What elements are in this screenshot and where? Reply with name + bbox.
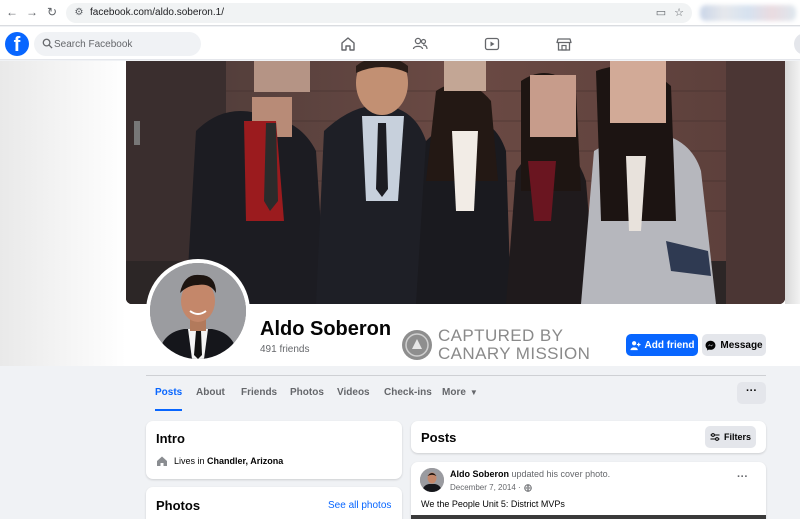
tab-about-label: About bbox=[196, 387, 225, 398]
reload-icon[interactable]: ↻ bbox=[44, 4, 60, 20]
profile-picture[interactable] bbox=[150, 263, 246, 359]
message-label: Message bbox=[720, 339, 763, 351]
site-settings-icon[interactable]: ⚙ bbox=[72, 6, 86, 20]
url-text[interactable]: facebook.com/aldo.soberon.1/ bbox=[90, 6, 224, 20]
back-arrow-icon[interactable]: ← bbox=[4, 4, 20, 20]
facebook-logo[interactable]: f bbox=[5, 32, 29, 56]
tab-photos[interactable]: Photos bbox=[290, 376, 324, 412]
photos-card: Photos See all photos bbox=[146, 487, 402, 519]
search-input[interactable] bbox=[54, 32, 199, 56]
house-icon bbox=[157, 456, 167, 466]
post-header: Aldo Soberon updated his cover photo. bbox=[450, 469, 610, 479]
active-tab-indicator bbox=[155, 409, 183, 411]
tab-about[interactable]: About bbox=[196, 376, 225, 412]
stamp-line-1: CAPTURED BY bbox=[438, 326, 564, 345]
browser-toolbar: ← → ↻ ⚙ facebook.com/aldo.soberon.1/ ▭ ☆ bbox=[0, 0, 800, 26]
tab-friends[interactable]: Friends bbox=[241, 376, 277, 412]
intro-title: Intro bbox=[156, 431, 185, 446]
lives-in-row: Lives in Chandler, Arizona bbox=[156, 455, 283, 467]
avatar bbox=[150, 263, 246, 359]
post-date[interactable]: December 7, 2014 · bbox=[450, 483, 521, 492]
video-icon[interactable] bbox=[484, 36, 500, 52]
avatar bbox=[420, 468, 444, 492]
lives-prefix: Lives in bbox=[174, 456, 205, 466]
tab-videos-label: Videos bbox=[337, 387, 370, 398]
marketplace-icon[interactable] bbox=[556, 36, 572, 52]
filters-icon bbox=[710, 433, 720, 441]
filters-button[interactable]: Filters bbox=[705, 426, 756, 448]
add-friend-button[interactable]: Add friend bbox=[626, 334, 698, 356]
search-box[interactable] bbox=[34, 32, 201, 56]
see-all-photos-link[interactable]: See all photos bbox=[328, 500, 391, 511]
photos-title: Photos bbox=[156, 498, 201, 513]
home-icon[interactable] bbox=[340, 36, 356, 52]
globe-icon bbox=[523, 483, 532, 492]
profile-name: Aldo Soberon bbox=[260, 318, 392, 340]
caret-down-icon: ▼ bbox=[469, 388, 478, 397]
canary-logo-icon bbox=[402, 330, 432, 360]
menu-button[interactable] bbox=[794, 33, 800, 55]
post-meta: December 7, 2014 · bbox=[450, 483, 532, 492]
post-card: Aldo Soberon updated his cover photo. De… bbox=[411, 462, 766, 519]
extensions-area[interactable] bbox=[700, 5, 796, 21]
message-button[interactable]: Message bbox=[702, 334, 766, 356]
lives-place[interactable]: Chandler, Arizona bbox=[207, 456, 283, 466]
post-text: We the People Unit 5: District MVPs bbox=[421, 499, 565, 509]
watermark-stamp: CAPTURED BY CANARY MISSION bbox=[402, 327, 592, 363]
friends-icon[interactable] bbox=[412, 36, 428, 52]
tab-posts[interactable]: Posts bbox=[155, 376, 183, 412]
filters-label: Filters bbox=[723, 432, 751, 442]
tab-more[interactable]: More ▼ bbox=[442, 376, 478, 412]
tab-more-label: More bbox=[442, 387, 466, 398]
post-author-name[interactable]: Aldo Soberon bbox=[450, 469, 509, 479]
stamp-line-2: CANARY MISSION bbox=[438, 344, 591, 363]
tab-videos[interactable]: Videos bbox=[337, 376, 370, 412]
post-author-avatar[interactable] bbox=[420, 468, 444, 492]
posts-title: Posts bbox=[421, 430, 457, 445]
tab-friends-label: Friends bbox=[241, 387, 278, 398]
profile-tabs: Posts About Friends Photos Videos Check-… bbox=[146, 376, 766, 412]
tab-check-ins-label: Check-ins bbox=[384, 387, 432, 398]
messenger-icon bbox=[705, 340, 716, 351]
friend-count[interactable]: 491 friends bbox=[260, 344, 309, 355]
cover-edge bbox=[785, 61, 800, 304]
facebook-header: f bbox=[0, 27, 800, 60]
post-options-button[interactable]: ··· bbox=[737, 471, 748, 483]
tab-posts-label: Posts bbox=[155, 387, 183, 398]
post-image-preview[interactable] bbox=[411, 515, 766, 519]
search-icon bbox=[42, 38, 53, 49]
add-friend-icon bbox=[629, 340, 641, 350]
more-options-button[interactable]: ··· bbox=[737, 382, 766, 404]
post-action: updated his cover photo. bbox=[511, 469, 611, 479]
install-app-icon[interactable]: ▭ bbox=[654, 6, 668, 20]
posts-header-card: Posts Filters bbox=[411, 421, 766, 453]
intro-card: Intro Lives in Chandler, Arizona bbox=[146, 421, 402, 479]
add-friend-label: Add friend bbox=[644, 339, 695, 351]
bookmark-star-icon[interactable]: ☆ bbox=[672, 6, 686, 20]
address-bar[interactable]: ⚙ facebook.com/aldo.soberon.1/ ▭ ☆ bbox=[66, 3, 692, 23]
tab-check-ins[interactable]: Check-ins bbox=[384, 376, 432, 412]
forward-arrow-icon[interactable]: → bbox=[24, 4, 40, 20]
tab-photos-label: Photos bbox=[290, 387, 324, 398]
